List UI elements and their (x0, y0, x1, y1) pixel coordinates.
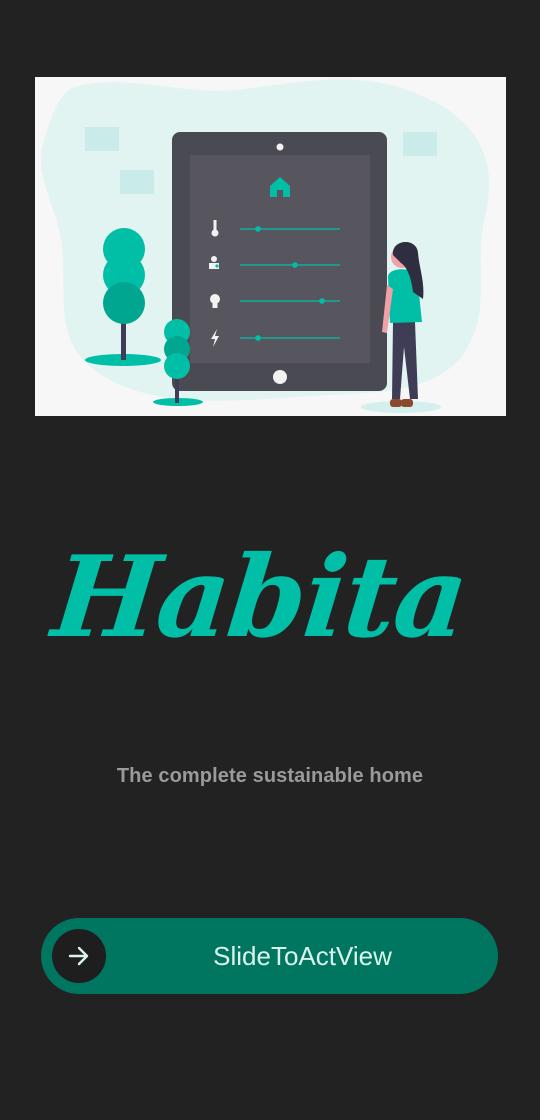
hero-illustration (35, 77, 506, 416)
slide-to-act-slider[interactable]: SlideToActView (41, 918, 498, 994)
tablet (172, 132, 387, 391)
control-level-dot (255, 226, 261, 232)
arrow-right-icon (68, 946, 89, 966)
slider-knob[interactable] (52, 929, 106, 983)
control-level-dot (319, 298, 325, 304)
decor-block (403, 132, 437, 156)
control-level-dot (292, 262, 298, 268)
splash-screen: Habita The complete sustainable home Sli… (0, 0, 540, 1120)
decor-block (85, 127, 119, 151)
decor-block (120, 170, 154, 194)
tagline: The complete sustainable home (116, 765, 424, 787)
app-logo-text: Habita (44, 532, 472, 663)
slider-label: SlideToActView (213, 941, 392, 971)
control-level-dot (255, 335, 261, 341)
smart-home-illustration (40, 79, 490, 413)
app-logo: Habita (0, 518, 540, 678)
